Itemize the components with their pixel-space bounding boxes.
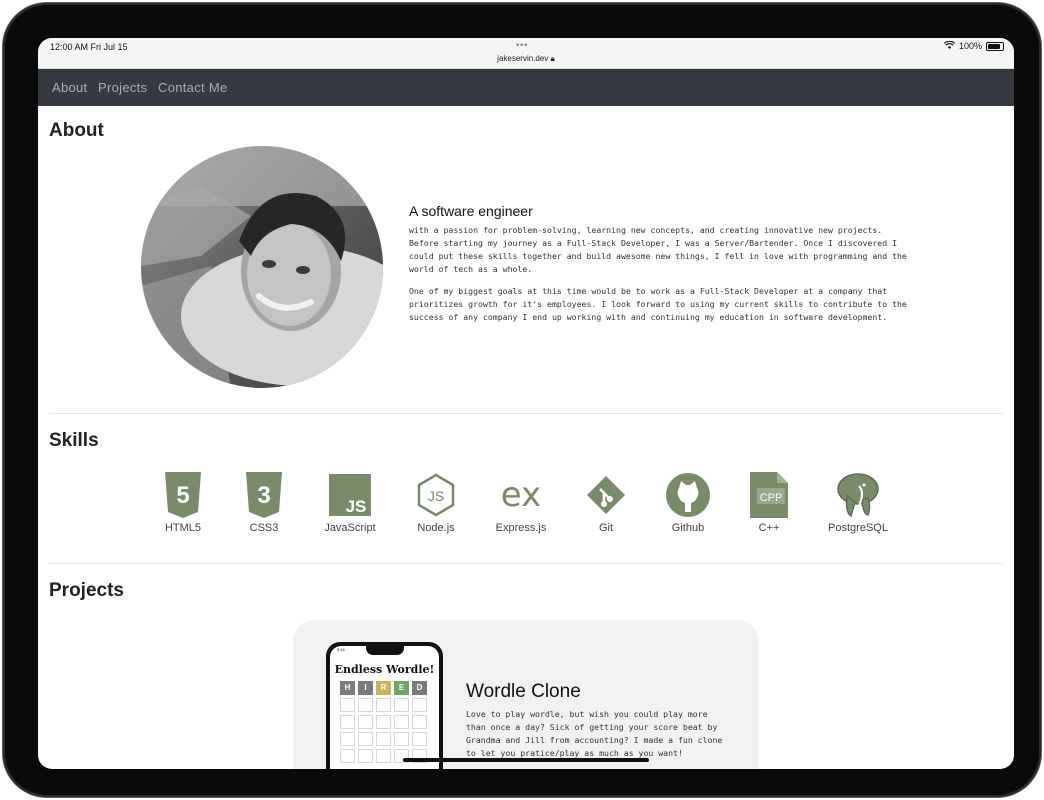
javascript-icon: JS (329, 474, 371, 516)
wordle-empty-tile (340, 732, 355, 746)
project-title: Wordle Clone (466, 681, 581, 702)
nodejs-icon: JS (417, 473, 455, 517)
svg-text:CPP: CPP (760, 492, 783, 504)
wordle-empty-tile (340, 715, 355, 729)
github-icon (666, 473, 710, 517)
wifi-icon (943, 40, 956, 51)
wordle-empty-tile (394, 698, 409, 712)
skill-javascript: JS JavaScript (305, 472, 395, 534)
address-bar[interactable]: jakeservin.dev 🔒︎ (38, 54, 1014, 64)
skill-label: Express.js (495, 522, 547, 534)
phone-notch (366, 646, 404, 655)
tab-dots-icon[interactable]: ••• (516, 40, 528, 50)
svg-text:5: 5 (176, 482, 189, 509)
skill-label: Git (598, 522, 614, 534)
project-description: Love to play wordle, but wish you could … (466, 709, 723, 758)
wordle-letter-tile: I (358, 681, 373, 695)
skill-nodejs: JS Node.js (391, 472, 481, 534)
svg-text:ex: ex (501, 475, 541, 515)
wordle-empty-tile (358, 715, 373, 729)
battery-icon (986, 41, 1004, 51)
svg-text:3: 3 (257, 482, 270, 509)
skill-label: Github (671, 522, 705, 534)
nav-about[interactable]: About (52, 80, 87, 95)
skill-label: CSS3 (249, 522, 279, 534)
wordle-empty-tile (358, 698, 373, 712)
skill-css3: 3 CSS3 (219, 472, 309, 534)
skill-cpp: CPP C++ (724, 472, 814, 534)
wordle-empty-tile (412, 732, 427, 746)
about-subtitle: A software engineer (409, 203, 533, 219)
wordle-empty-tile (358, 749, 373, 763)
html5-icon: 5 (165, 472, 201, 518)
navbar: About Projects Contact Me (38, 69, 1014, 106)
skill-github: Github (643, 472, 733, 534)
wordle-letter-tile: H (340, 681, 355, 695)
nav-contact[interactable]: Contact Me (158, 80, 227, 95)
wordle-empty-tile (412, 715, 427, 729)
skill-postgresql: PostgreSQL (813, 472, 903, 534)
status-right: 100% (943, 40, 1004, 51)
nav-projects[interactable]: Projects (98, 80, 147, 95)
wordle-empty-tile (412, 698, 427, 712)
skill-html5: 5 HTML5 (138, 472, 228, 534)
svg-text:JS: JS (346, 497, 367, 516)
wordle-letter-tile: R (376, 681, 391, 695)
wordle-empty-tile (394, 715, 409, 729)
skill-express: ex Express.js (476, 472, 566, 534)
status-bar: 12:00 AM Fri Jul 15 ••• jakeservin.dev 🔒… (38, 38, 1014, 69)
wordle-empty-tile (376, 732, 391, 746)
wordle-empty-tile (358, 732, 373, 746)
cpp-icon: CPP (750, 472, 788, 518)
divider (49, 413, 1003, 414)
wordle-empty-tile (340, 698, 355, 712)
wordle-empty-tile (376, 698, 391, 712)
screen: 12:00 AM Fri Jul 15 ••• jakeservin.dev 🔒… (38, 38, 1014, 769)
phone-screen: 9:16 Endless Wordle! HIRED (330, 646, 439, 769)
ipad-frame: 12:00 AM Fri Jul 15 ••• jakeservin.dev 🔒… (3, 3, 1041, 797)
home-indicator (403, 758, 649, 762)
skill-label: JavaScript (324, 522, 376, 534)
about-heading: About (49, 120, 104, 141)
skills-heading: Skills (49, 430, 99, 451)
wordle-empty-tile (376, 749, 391, 763)
divider (49, 563, 1003, 564)
css3-icon: 3 (246, 472, 282, 518)
projects-heading: Projects (49, 580, 124, 601)
project-preview-phone: 9:16 Endless Wordle! HIRED (326, 642, 443, 769)
skill-label: PostgreSQL (828, 522, 888, 534)
postgresql-icon (837, 473, 879, 518)
wordle-empty-tile (376, 715, 391, 729)
phone-time: 9:16 (337, 647, 345, 652)
wordle-empty-tile (340, 749, 355, 763)
skill-label: C++ (758, 522, 780, 534)
profile-photo (141, 146, 383, 388)
wordle-letter-tile: D (412, 681, 427, 695)
wordle-title: Endless Wordle! (334, 663, 435, 676)
about-paragraph-2: One of my biggest goals at this time wou… (409, 286, 907, 322)
wordle-empty-tile (394, 732, 409, 746)
git-icon (587, 476, 625, 514)
svg-text:JS: JS (428, 488, 444, 504)
about-paragraph-1: with a passion for problem-solving, lear… (409, 225, 907, 274)
skill-git: Git (561, 472, 651, 534)
status-time: 12:00 AM Fri Jul 15 (50, 42, 128, 52)
lock-icon: 🔒︎ (550, 54, 555, 63)
express-icon: ex (501, 475, 541, 515)
skill-label: HTML5 (164, 522, 202, 534)
skill-label: Node.js (417, 522, 455, 534)
url-text: jakeservin.dev (497, 54, 549, 63)
wordle-letter-tile: E (394, 681, 409, 695)
battery-percent: 100% (958, 41, 982, 51)
